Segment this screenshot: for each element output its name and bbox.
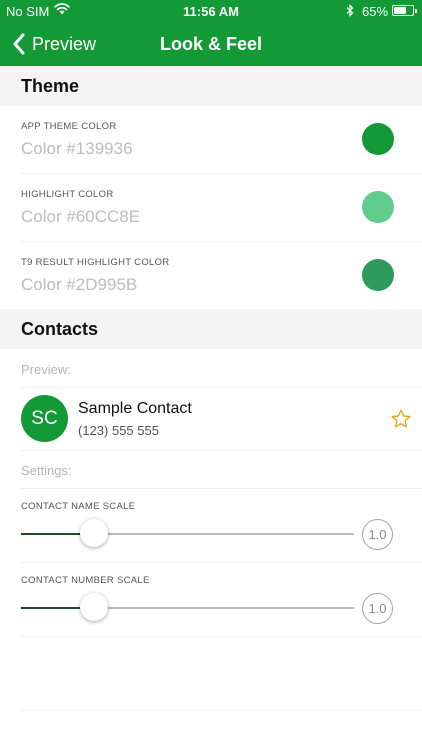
color-caption: HIGHLIGHT COLOR [21, 189, 114, 200]
contact-name-scale-slider-thumb[interactable] [80, 519, 109, 547]
battery-percentage: 65% [362, 4, 389, 19]
clock: 11:56 AM [183, 4, 239, 19]
color-swatch[interactable] [362, 259, 394, 291]
section-title-contacts: Contacts [21, 319, 99, 339]
slider-caption: CONTACT NUMBER SCALE [21, 575, 150, 586]
color-swatch[interactable] [362, 123, 394, 155]
star-outline-icon[interactable] [390, 408, 412, 430]
slider-caption: CONTACT NAME SCALE [21, 501, 136, 512]
avatar: SC [21, 395, 68, 442]
row-divider [21, 710, 422, 711]
scale-value-badge: 1.0 [362, 593, 393, 624]
app-theme-color-row[interactable]: APP THEME COLOR Color #139936 [0, 106, 422, 173]
row-divider [21, 450, 422, 451]
slider-track[interactable] [21, 533, 354, 535]
color-value: Color #60CC8E [21, 207, 141, 226]
highlight-color-row[interactable]: HIGHLIGHT COLOR Color #60CC8E [0, 174, 422, 241]
scale-value-badge: 1.0 [362, 519, 393, 550]
row-divider [21, 636, 422, 637]
contact-name: Sample Contact [78, 400, 192, 417]
contact-name-scale-row: CONTACT NAME SCALE 1.0 [0, 489, 422, 563]
bluetooth-icon [346, 4, 354, 17]
color-value: Color #2D995B [21, 275, 138, 294]
color-swatch[interactable] [362, 191, 394, 223]
t9-highlight-color-row[interactable]: T9 RESULT HIGHLIGHT COLOR Color #2D995B [0, 242, 422, 309]
slider-track[interactable] [21, 607, 354, 609]
section-header-theme: Theme [0, 66, 422, 106]
color-value: Color #139936 [21, 139, 133, 158]
settings-label: Settings: [21, 463, 72, 478]
section-title-theme: Theme [21, 76, 80, 96]
battery-nub [415, 9, 417, 13]
contact-number-scale-slider-thumb[interactable] [80, 593, 109, 621]
color-caption: T9 RESULT HIGHLIGHT COLOR [21, 257, 170, 268]
contact-number-scale-row: CONTACT NUMBER SCALE 1.0 [0, 563, 422, 637]
preview-label: Preview: [21, 362, 71, 377]
sample-contact-preview: SC Sample Contact (123) 555 555 [0, 388, 422, 450]
navigation-bar: No SIM 11:56 AM 65% Preview Look & Feel [0, 0, 422, 66]
section-header-contacts: Contacts [0, 309, 422, 349]
nav-header: Preview Look & Feel [0, 22, 422, 66]
battery-fill [394, 7, 406, 14]
status-bar: No SIM 11:56 AM 65% [0, 0, 422, 22]
battery-icon [392, 5, 417, 16]
contact-number: (123) 555 555 [78, 423, 159, 438]
page-title: Look & Feel [159, 34, 262, 54]
color-caption: APP THEME COLOR [21, 121, 117, 132]
